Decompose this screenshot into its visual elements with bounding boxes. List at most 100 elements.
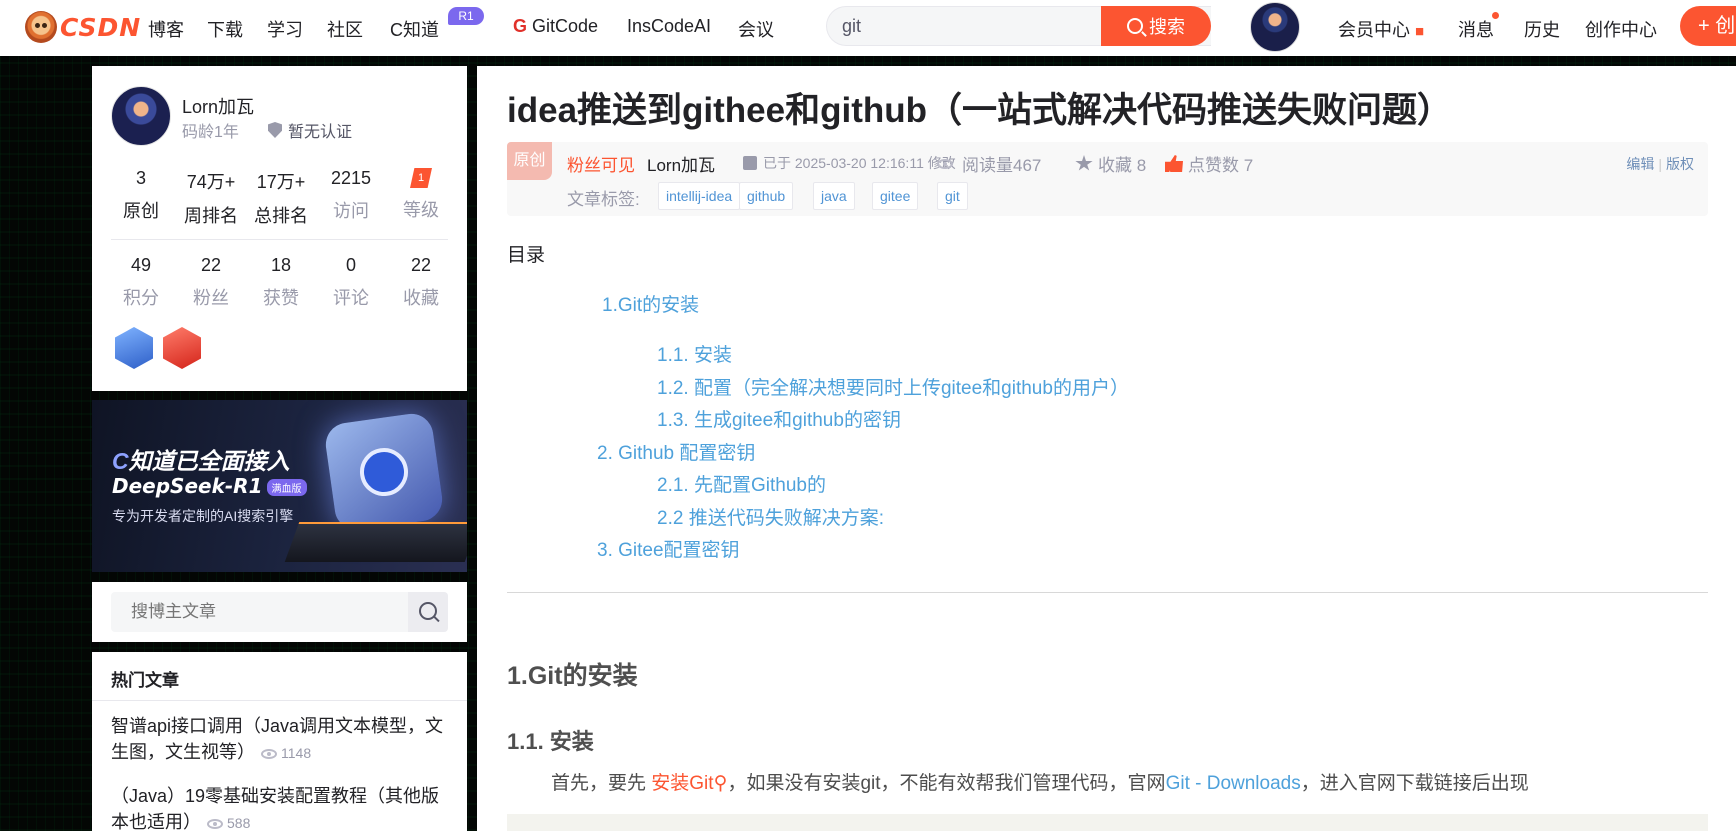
copyright-link[interactable]: 版权 [1666,156,1694,172]
stat-comments[interactable]: 0 评论 [316,255,386,310]
certification-label: 暂无认证 [288,124,353,141]
paragraph-text: 首先，要先 [551,773,652,794]
toc-heading: 目录 [507,245,546,266]
level-icon: 1 [410,168,432,188]
create-button[interactable]: + 创 [1680,6,1736,46]
eye-icon [937,158,953,169]
toc-link[interactable]: 1.Git的安装 [602,290,699,317]
divider [92,700,467,701]
search-button[interactable]: 搜索 [1101,6,1211,46]
stat-value: 74万+ [186,172,236,192]
divider [111,239,448,240]
stat-original[interactable]: 3 原创 [106,168,176,223]
profile-card: Lorn加瓦 码龄1年 暂无认证 3 原创 74万+ 周排名 17万+ 总排名 … [92,66,467,391]
toc-link[interactable]: 2.2 推送代码失败解决方案: [657,503,884,530]
stat-value: 2215 [330,168,372,188]
banner-c-logo: C [112,448,129,474]
messages-link[interactable]: 消息 [1458,16,1494,42]
paragraph: 首先，要先 安装Git⚲，如果没有安装git，不能有效帮我们管理代码，官网Git… [551,768,1529,795]
stat-label: 评论 [333,288,369,308]
paragraph-text: ，如果没有安装git，不能有效帮我们管理代码，官网 [727,773,1166,794]
author-name[interactable]: Lorn加瓦 [182,93,254,119]
stat-label: 获赞 [263,288,299,308]
banner-headline-text: 知道已全面接入 [128,448,290,474]
toc-link[interactable]: 1.2. 配置（完全解决想要同时上传gitee和github的用户） [657,373,1129,400]
toc-link[interactable]: 1.1. 安装 [657,340,732,367]
pen-badge-icon[interactable] [163,327,201,369]
creator-center-link[interactable]: 创作中心 [1585,16,1657,42]
section-heading: 1.Git的安装 [507,662,638,690]
vip-center-link[interactable]: 会员中心 ■ [1338,16,1424,42]
toc-link[interactable]: 3. Gitee配置密钥 [597,535,740,562]
stat-fans[interactable]: 22 粉丝 [176,255,246,310]
nav-download[interactable]: 下载 [207,16,243,42]
edit-links: 编辑 | 版权 [1626,154,1694,174]
deepseek-cube-icon [323,411,445,533]
favorite-count[interactable]: 收藏 8 [1075,151,1146,176]
edit-history-icon [743,156,757,170]
stat-level[interactable]: 1 等级 [386,168,456,222]
nav-blog[interactable]: 博客 [148,16,184,42]
stat-value: 17万+ [256,172,306,192]
tag-github[interactable]: github [739,182,794,210]
nav-meeting[interactable]: 会议 [738,16,774,42]
user-avatar[interactable] [1250,2,1300,52]
edit-link[interactable]: 编辑 [1626,156,1654,172]
zhidao-deepseek-banner[interactable]: C知道已全面接入 DeepSeek-R1 满血版 专为开发者定制的AI搜索引擎 [92,400,467,572]
stat-points[interactable]: 49 积分 [106,255,176,310]
tag-intellij-idea[interactable]: intellij-idea [658,182,741,210]
view-count-value: 588 [227,815,251,831]
toc-link[interactable]: 1.3. 生成gitee和github的密钥 [657,405,901,432]
star-icon [1075,155,1093,171]
csdn-logo[interactable]: CSDN [25,11,141,43]
toc-link[interactable]: 2. Github 配置密钥 [597,438,755,465]
nav-community[interactable]: 社区 [327,16,363,42]
stat-label: 粉丝 [193,288,229,308]
tag-gitee[interactable]: gitee [872,182,919,210]
banner-headline: C知道已全面接入 [112,442,290,476]
view-count-value: 1148 [281,745,312,761]
stat-favorites[interactable]: 22 收藏 [386,255,456,310]
stat-total-rank[interactable]: 17万+ 总排名 [246,168,316,228]
original-badge: 原创 [507,142,552,180]
article-author[interactable]: Lorn加瓦 [647,151,715,176]
gift-icon: ■ [1415,23,1425,40]
tag-git[interactable]: git [937,182,968,210]
blog-search-card [92,582,467,642]
stat-label: 周排名 [184,206,238,226]
stat-weekly-rank[interactable]: 74万+ 周排名 [176,168,246,228]
blog-search-input[interactable] [111,592,403,632]
view-count: 588 [207,815,250,831]
tag-java[interactable]: java [813,182,855,210]
nav-inscode[interactable]: InsCodeAI [627,16,711,37]
visibility-label: 粉丝可见 [567,156,635,175]
stat-likes[interactable]: 18 获赞 [246,255,316,310]
eye-icon [261,749,277,760]
read-count-text: 阅读量467 [962,156,1042,175]
nav-gitcode[interactable]: G GitCode [513,16,598,37]
logo-text: CSDN [60,12,142,42]
nav-gitcode-label: GitCode [532,16,599,36]
like-count-text: 点赞数 7 [1188,156,1254,175]
article-meta: 原创 粉丝可见 Lorn加瓦 已于 2025-03-20 12:16:11 修改… [507,142,1708,216]
stat-label: 总排名 [254,206,308,226]
search-icon[interactable] [408,592,448,632]
like-count[interactable]: 点赞数 7 [1165,151,1253,176]
nav-zhidao[interactable]: C知道 [390,16,439,42]
nav-learn[interactable]: 学习 [267,16,303,42]
tags-label: 文章标签: [567,190,640,209]
hot-article-item[interactable]: 智谱api接口调用（Java调用文本模型，文生图，文生视等） 1148 [111,713,451,766]
gitcode-icon: G [513,16,533,36]
hot-article-item[interactable]: （Java）19零基础安装配置教程（其他版本也适用） 588 [111,783,451,831]
achievement-badge-icon[interactable] [115,327,153,369]
separator: | [1658,156,1662,172]
history-link[interactable]: 历史 [1524,16,1560,42]
toc-link[interactable]: 2.1. 先配置Github的 [657,470,826,497]
divider [507,592,1708,593]
stat-value: 49 [130,255,152,275]
stat-visits[interactable]: 2215 访问 [316,168,386,223]
author-avatar[interactable] [111,86,171,146]
git-downloads-link[interactable]: Git - Downloads [1166,773,1301,794]
stat-label: 收藏 [403,288,439,308]
install-git-link[interactable]: 安装Git [651,773,713,794]
